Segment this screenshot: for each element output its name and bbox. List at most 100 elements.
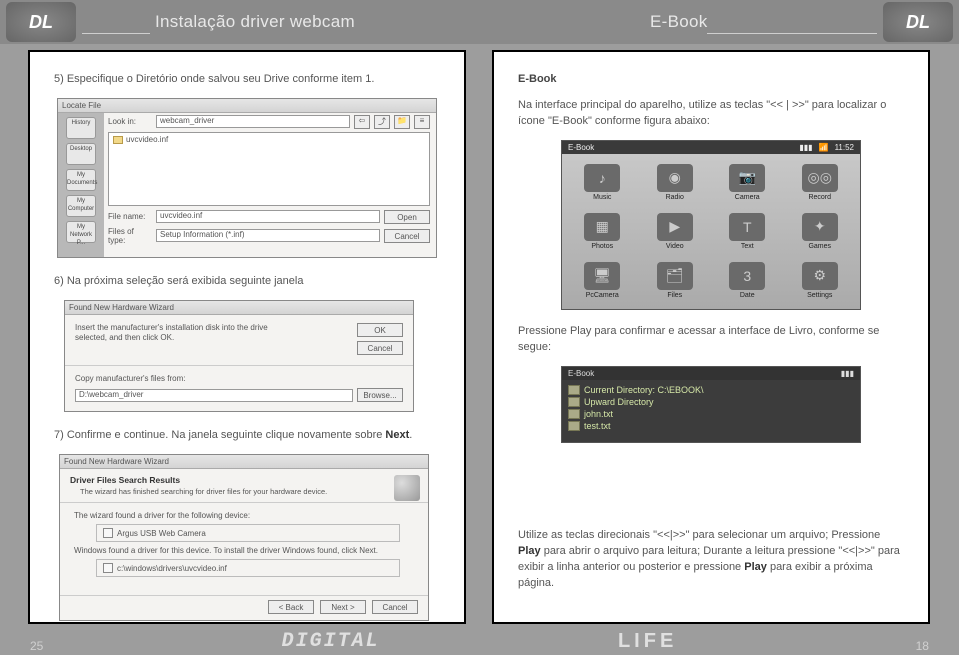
record-icon: ◎◎ — [802, 164, 838, 192]
filename-label: File name: — [108, 212, 152, 221]
app-date[interactable]: 3Date — [713, 258, 782, 303]
txt-file-icon — [568, 409, 580, 419]
header-title-right: E-Book — [650, 12, 708, 32]
current-dir-row: Current Directory: C:\EBOOK\ — [568, 384, 854, 396]
filetype-label: Files of type: — [108, 227, 152, 245]
lookin-dropdown[interactable]: webcam_driver — [156, 115, 350, 128]
back-icon[interactable]: ⇦ — [354, 115, 370, 129]
app-video[interactable]: ▶Video — [641, 209, 710, 254]
inf-file-icon — [103, 563, 113, 573]
ebook-intro: Na interface principal do aparelho, util… — [518, 98, 904, 130]
sidebar-desktop[interactable]: Desktop — [66, 143, 96, 165]
newfolder-icon[interactable]: 📁 — [394, 115, 410, 129]
device-name: Argus USB Web Camera — [117, 529, 206, 538]
pccamera-icon: 🖥 — [584, 262, 620, 290]
sidebar-network[interactable]: My Network P... — [66, 221, 96, 243]
wizard1-title: Found New Hardware Wizard — [65, 301, 413, 315]
hardware-wizard-dialog-2: Found New Hardware Wizard Driver Files S… — [59, 454, 429, 621]
up-dir-row[interactable]: Upward Directory — [568, 396, 854, 408]
logo-left — [6, 2, 76, 42]
page-number-left: 25 — [30, 639, 43, 653]
file-item[interactable]: uvcvideo.inf — [126, 135, 168, 144]
wizard-device-icon — [394, 475, 420, 501]
app-text[interactable]: TText — [713, 209, 782, 254]
device-main-menu-screenshot: E-Book ▮▮▮ 📶 11:52 ♪Music ◉Radio 📷Camera… — [561, 140, 861, 310]
folder-icon — [568, 385, 580, 395]
step-5-text: 5) Especifique o Diretório onde salvou s… — [54, 72, 440, 88]
txt-file-icon — [568, 421, 580, 431]
wizard1-text1: Insert the manufacturer's installation d… — [75, 323, 295, 344]
sidebar-mycomputer[interactable]: My Computer — [66, 195, 96, 217]
wizard2-header: Driver Files Search Results — [70, 475, 383, 485]
filename-input[interactable]: uvcvideo.inf — [156, 210, 380, 223]
device-ebook-browser-screenshot: E-Book ▮▮▮ Current Directory: C:\EBOOK\ … — [561, 366, 861, 443]
wizard2-subheader: The wizard has finished searching for dr… — [80, 487, 383, 496]
ebook-para2: Pressione Play para confirmar e acessar … — [518, 324, 904, 356]
step-7-text: 7) Confirme e continue. Na janela seguin… — [54, 428, 440, 444]
battery-icon: ▮▮▮ — [799, 143, 812, 152]
app-music[interactable]: ♪Music — [568, 160, 637, 205]
sidebar-history[interactable]: History — [66, 117, 96, 139]
dialog-title: Locate File — [58, 99, 436, 113]
filetype-dropdown[interactable]: Setup Information (*.inf) — [156, 229, 380, 242]
ebook-heading: E-Book — [518, 72, 904, 88]
wizard2-line1: The wizard found a driver for the follow… — [74, 511, 414, 520]
manual-page-right: E-Book Na interface principal do aparelh… — [492, 50, 930, 624]
battery-icon: ▮▮▮ — [841, 369, 854, 378]
camera-icon: 📷 — [729, 164, 765, 192]
wizard2-title: Found New Hardware Wizard — [60, 455, 428, 469]
header-rule-right — [707, 32, 877, 34]
page-footer: 25 DIGITAL LIFE 18 — [0, 630, 959, 653]
header-title-left: Instalação driver webcam — [155, 12, 355, 32]
driver-path-box: c:\windows\drivers\uvcvideo.inf — [96, 559, 400, 577]
view-icon[interactable]: ≡ — [414, 115, 430, 129]
path-input[interactable]: D:\webcam_driver — [75, 389, 353, 402]
browse-button[interactable]: Browse... — [357, 388, 403, 402]
file-list-area[interactable]: uvcvideo.inf — [108, 132, 430, 206]
app-radio[interactable]: ◉Radio — [641, 160, 710, 205]
wizard1-text2: Copy manufacturer's files from: — [75, 374, 295, 384]
radio-icon: ◉ — [657, 164, 693, 192]
step-6-text: 6) Na próxima seleção será exibida segui… — [54, 274, 440, 290]
file-row[interactable]: john.txt — [568, 408, 854, 420]
app-settings[interactable]: ⚙Settings — [786, 258, 855, 303]
sidebar-mydocs[interactable]: My Documents — [66, 169, 96, 191]
header-rule-left — [82, 32, 150, 34]
text-icon: T — [729, 213, 765, 241]
status-title: E-Book — [568, 143, 594, 152]
open-button[interactable]: Open — [384, 210, 430, 224]
games-icon: ✦ — [802, 213, 838, 241]
file-row[interactable]: test.txt — [568, 420, 854, 432]
next-button[interactable]: Next > — [320, 600, 366, 614]
settings-icon: ⚙ — [802, 262, 838, 290]
driver-path: c:\windows\drivers\uvcvideo.inf — [117, 564, 227, 573]
page-number-right: 18 — [916, 639, 929, 653]
app-camera[interactable]: 📷Camera — [713, 160, 782, 205]
file-icon — [113, 136, 123, 144]
cancel-button[interactable]: Cancel — [384, 229, 430, 243]
music-icon: ♪ — [584, 164, 620, 192]
back-button[interactable]: < Back — [268, 600, 314, 614]
up-icon[interactable]: ⤴ — [374, 115, 390, 129]
brand-digital: DIGITAL — [282, 630, 380, 653]
manual-page-left: 5) Especifique o Diretório onde salvou s… — [28, 50, 466, 624]
app-record[interactable]: ◎◎Record — [786, 160, 855, 205]
hardware-wizard-dialog-1: Found New Hardware Wizard Insert the man… — [64, 300, 414, 412]
cancel-button[interactable]: Cancel — [372, 600, 418, 614]
clock-text: 11:52 — [835, 143, 854, 152]
device-result-box: Argus USB Web Camera — [96, 524, 400, 542]
video-icon: ▶ — [657, 213, 693, 241]
app-files[interactable]: 🗂Files — [641, 258, 710, 303]
places-sidebar: History Desktop My Documents My Computer… — [58, 113, 104, 257]
app-games[interactable]: ✦Games — [786, 209, 855, 254]
app-pccamera[interactable]: 🖥PcCamera — [568, 258, 637, 303]
brand-life: LIFE — [618, 630, 677, 653]
ok-button[interactable]: OK — [357, 323, 403, 337]
wizard2-line2: Windows found a driver for this device. … — [74, 546, 414, 555]
cancel-button[interactable]: Cancel — [357, 341, 403, 355]
lookin-label: Look in: — [108, 117, 152, 126]
app-photos[interactable]: ▦Photos — [568, 209, 637, 254]
files-icon: 🗂 — [657, 262, 693, 290]
date-icon: 3 — [729, 262, 765, 290]
logo-right — [883, 2, 953, 42]
